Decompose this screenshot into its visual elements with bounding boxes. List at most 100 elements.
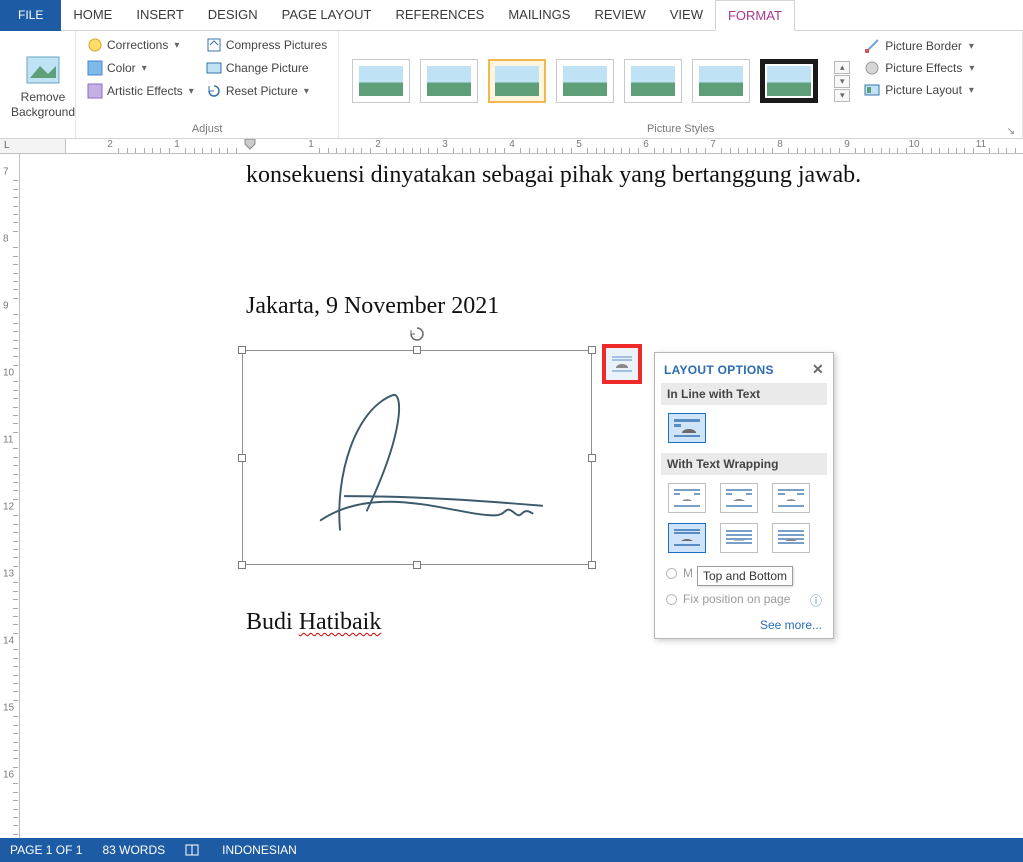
- tab-file[interactable]: FILE: [0, 0, 61, 31]
- picture-effects-button[interactable]: Picture Effects▾: [864, 60, 974, 76]
- date-line: Jakarta, 9 November 2021: [246, 293, 499, 320]
- tab-review[interactable]: REVIEW: [582, 0, 657, 31]
- ribbon: Remove Background Corrections▾ Color▾ Ar…: [0, 31, 1023, 139]
- tab-format[interactable]: FORMAT: [715, 0, 795, 31]
- vertical-ruler[interactable]: 78910111213141516: [0, 154, 20, 838]
- resize-handle-tr[interactable]: [588, 346, 596, 354]
- tab-home[interactable]: HOME: [61, 0, 124, 31]
- group-remove-bg: Remove Background: [0, 31, 76, 138]
- rotate-handle[interactable]: [409, 326, 425, 342]
- wrap-front[interactable]: [772, 523, 810, 553]
- group-adjust: Corrections▾ Color▾ Artistic Effects▾ Co…: [76, 31, 339, 138]
- tab-design[interactable]: DESIGN: [196, 0, 270, 31]
- popup-close-button[interactable]: ✕: [812, 361, 824, 378]
- popup-title: LAYOUT OPTIONS: [664, 363, 774, 377]
- status-language[interactable]: INDONESIAN: [212, 843, 307, 857]
- section-inline: In Line with Text: [661, 383, 827, 405]
- wrap-square[interactable]: [668, 483, 706, 513]
- color-button[interactable]: Color▾: [87, 60, 194, 76]
- effects-label: Picture Effects: [885, 61, 962, 75]
- corrections-label: Corrections: [107, 38, 168, 52]
- wrap-tooltip: Top and Bottom: [697, 566, 793, 586]
- compress-pictures-button[interactable]: Compress Pictures: [206, 37, 327, 53]
- radio-move-label: M: [683, 566, 693, 580]
- signature-image: [263, 371, 571, 544]
- pic-layout-icon: [864, 82, 880, 98]
- border-label: Picture Border: [885, 39, 962, 53]
- style-thumb-5[interactable]: [624, 59, 682, 103]
- selected-image[interactable]: [242, 350, 592, 565]
- reset-picture-button[interactable]: Reset Picture▾: [206, 83, 327, 99]
- tab-insert[interactable]: INSERT: [124, 0, 195, 31]
- color-label: Color: [107, 61, 136, 75]
- border-icon: [864, 38, 880, 54]
- resize-handle-bl[interactable]: [238, 561, 246, 569]
- status-bar: PAGE 1 OF 1 83 WORDS INDONESIAN: [0, 838, 1023, 862]
- wrap-top-bottom[interactable]: [668, 523, 706, 553]
- ruler-corner: L: [0, 139, 66, 154]
- book-icon: [185, 843, 199, 857]
- resize-handle-br[interactable]: [588, 561, 596, 569]
- radio-move-with-text[interactable]: M Top and Bottom: [666, 563, 822, 589]
- change-label: Change Picture: [226, 61, 309, 75]
- remove-background-button[interactable]: Remove Background: [5, 34, 81, 137]
- artistic-label: Artistic Effects: [107, 84, 183, 98]
- body-line-1: konsekuensi dinyatakan sebagai pihak yan…: [246, 162, 861, 189]
- status-words[interactable]: 83 WORDS: [92, 843, 175, 857]
- layout-options-icon: [610, 354, 634, 374]
- style-gallery-scroll[interactable]: ▴▾▾: [834, 61, 850, 102]
- horizontal-ruler[interactable]: 211234567891011: [66, 139, 1023, 154]
- radio-fix-label: Fix position on page: [683, 592, 804, 606]
- picture-layout-button[interactable]: Picture Layout▾: [864, 82, 974, 98]
- styles-launcher[interactable]: ↘: [1007, 126, 1015, 137]
- style-thumb-3[interactable]: [488, 59, 546, 103]
- tab-mailings[interactable]: MAILINGS: [496, 0, 582, 31]
- section-wrap: With Text Wrapping: [661, 453, 827, 475]
- picture-border-button[interactable]: Picture Border▾: [864, 38, 974, 54]
- compress-label: Compress Pictures: [226, 38, 327, 52]
- status-page[interactable]: PAGE 1 OF 1: [0, 843, 92, 857]
- info-icon[interactable]: ⓘ: [810, 592, 822, 609]
- layout-options-popup: LAYOUT OPTIONS ✕ In Line with Text With …: [654, 352, 834, 639]
- see-more-link[interactable]: See more...: [664, 616, 824, 632]
- corrections-button[interactable]: Corrections▾: [87, 37, 194, 53]
- page: konsekuensi dinyatakan sebagai pihak yan…: [66, 154, 1023, 838]
- resize-handle-l[interactable]: [238, 454, 246, 462]
- change-picture-button[interactable]: Change Picture: [206, 60, 327, 76]
- ribbon-tabs: FILE HOME INSERT DESIGN PAGE LAYOUT REFE…: [0, 0, 1023, 31]
- indent-marker[interactable]: [244, 139, 256, 153]
- resize-handle-r[interactable]: [588, 454, 596, 462]
- color-icon: [87, 60, 103, 76]
- corrections-icon: [87, 37, 103, 53]
- reset-label: Reset Picture: [226, 84, 298, 98]
- reset-icon: [206, 83, 222, 99]
- style-thumb-2[interactable]: [420, 59, 478, 103]
- remove-bg-icon: [26, 56, 60, 84]
- wrap-inline[interactable]: [668, 413, 706, 443]
- compress-icon: [206, 37, 222, 53]
- group-picture-styles: ▴▾▾ Picture Border▾ Picture Effects▾ Pic…: [339, 31, 1023, 138]
- style-thumb-4[interactable]: [556, 59, 614, 103]
- artistic-effects-button[interactable]: Artistic Effects▾: [87, 83, 194, 99]
- style-thumb-6[interactable]: [692, 59, 750, 103]
- resize-handle-t[interactable]: [413, 346, 421, 354]
- tab-references[interactable]: REFERENCES: [383, 0, 496, 31]
- adjust-group-label: Adjust: [81, 122, 333, 137]
- signer-name: Budi Hatibaik: [246, 609, 381, 636]
- tab-view[interactable]: VIEW: [658, 0, 715, 31]
- wrap-tight[interactable]: [720, 483, 758, 513]
- change-icon: [206, 60, 222, 76]
- pic-layout-label: Picture Layout: [885, 83, 962, 97]
- wrap-through[interactable]: [772, 483, 810, 513]
- style-thumb-7[interactable]: [760, 59, 818, 103]
- layout-options-button[interactable]: [602, 344, 642, 384]
- wrap-behind[interactable]: [720, 523, 758, 553]
- style-thumb-1[interactable]: [352, 59, 410, 103]
- status-proofing[interactable]: [175, 843, 212, 858]
- effects-icon: [864, 60, 880, 76]
- resize-handle-b[interactable]: [413, 561, 421, 569]
- tab-page-layout[interactable]: PAGE LAYOUT: [270, 0, 384, 31]
- radio-fix-position[interactable]: Fix position on page ⓘ: [666, 589, 822, 612]
- resize-handle-tl[interactable]: [238, 346, 246, 354]
- remove-bg-label: Remove Background: [11, 90, 75, 120]
